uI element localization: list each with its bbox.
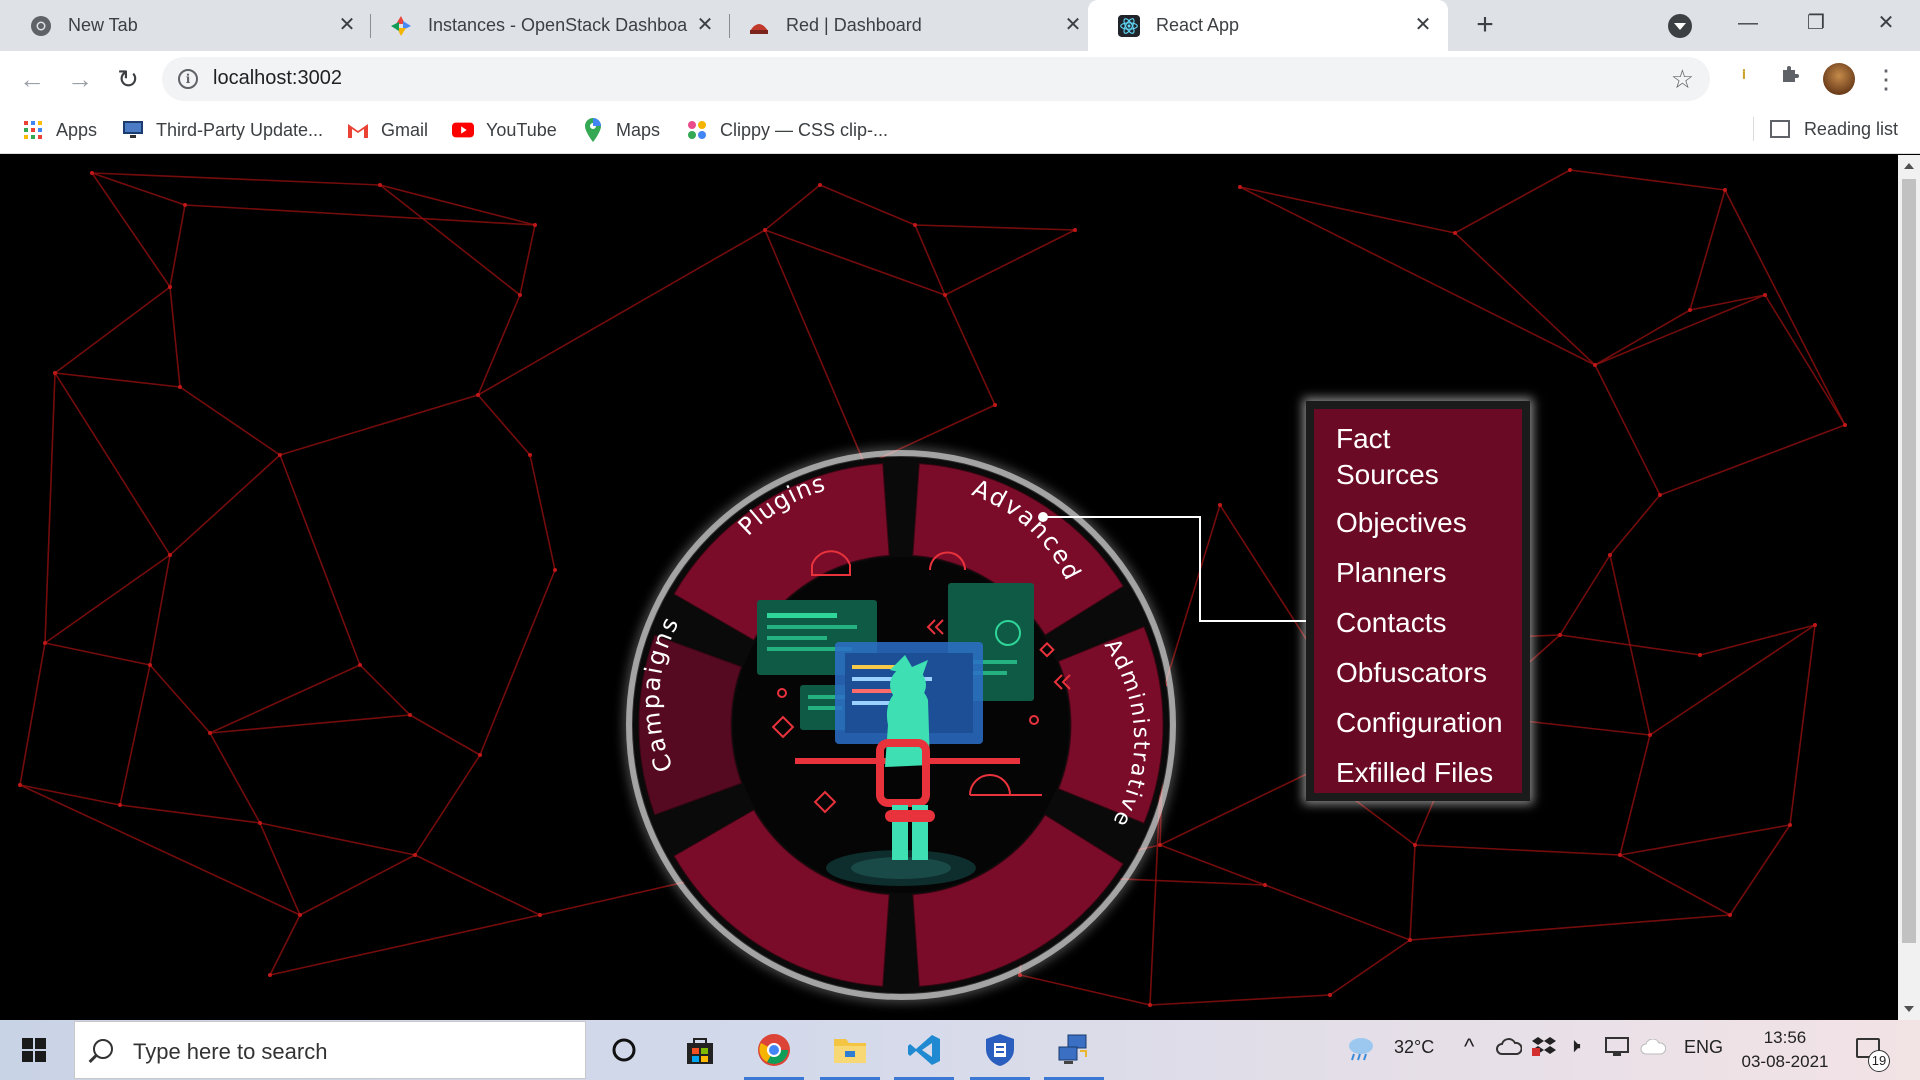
menu-item-exfilled-files[interactable]: Exfilled Files [1336,755,1522,791]
page-scrollbar[interactable] [1898,155,1920,1020]
bookmarks-bar: Apps Third-Party Update... Gmail YouTube… [0,107,1920,154]
search-placeholder: Type here to search [133,1039,328,1064]
react-app-page: Plugins Advanced Campaigns Administrativ… [0,155,1898,1020]
bookmark-label: Gmail [381,119,429,140]
menu-item-configuration[interactable]: Configuration [1336,705,1522,741]
maps-pin-icon [582,118,604,142]
scroll-up-arrow[interactable] [1904,163,1914,169]
clock-time: 13:56 [1763,1028,1807,1047]
react-icon [1118,14,1140,37]
search-icon [93,1039,113,1059]
menu-item-obfuscators[interactable]: Obfuscators [1336,655,1522,691]
bookmark-label: Third-Party Update... [156,119,324,140]
url-text[interactable]: localhost:3002 [213,67,342,90]
tab-new-tab[interactable]: New Tab ✕ [0,0,362,51]
cloud-status-icon[interactable] [1640,1038,1667,1060]
reading-list-button[interactable]: Reading list [1752,117,1898,141]
windows-start-icon[interactable] [22,1038,46,1062]
close-window-button[interactable]: ✕ [1866,8,1906,38]
minimize-button[interactable]: — [1728,8,1768,38]
scroll-down-arrow[interactable] [1904,1006,1914,1012]
tab-close-icon[interactable]: ✕ [1062,14,1084,36]
security-shield-icon[interactable] [970,1028,1030,1080]
reading-list-label: Reading list [1803,118,1898,139]
bookmark-star-icon[interactable]: ☆ [1671,64,1694,95]
browser-toolbar: ← → ↻ i localhost:3002 ☆ ⁱ ⋮ [0,51,1920,107]
file-explorer-icon[interactable] [820,1028,880,1080]
network-computers-icon[interactable] [1044,1028,1104,1080]
bookmark-third-party-update[interactable]: Third-Party Update... [122,117,323,143]
tab-title: Instances - OpenStack Dashboard [428,15,688,35]
navigation-wheel: Plugins Advanced Campaigns Administrativ… [626,450,1306,1000]
bookmark-label: Apps [56,119,98,140]
bookmark-maps[interactable]: Maps [582,117,660,143]
notification-count-badge: 19 [1868,1050,1890,1072]
vscode-icon[interactable] [894,1028,954,1080]
onedrive-cloud-icon[interactable] [1496,1038,1523,1061]
dropbox-icon[interactable] [1532,1036,1556,1063]
tab-red-dashboard[interactable]: Red | Dashboard ✕ [718,0,1088,51]
volume-muted-icon[interactable]: 🕨 [1568,1035,1581,1058]
apps-grid-icon [22,119,44,141]
tab-title: Red | Dashboard [786,15,922,35]
taskbar-search-box[interactable]: Type here to search [74,1021,586,1079]
chrome-icon [30,15,52,37]
gmail-icon [347,119,369,141]
menu-item-fact-sources[interactable]: Fact Sources [1336,421,1456,493]
tab-openstack[interactable]: Instances - OpenStack Dashboard ✕ [360,0,720,51]
weather-temperature[interactable]: 32°C [1394,1037,1434,1058]
tab-title: React App [1156,15,1240,35]
monitor-icon [122,119,144,141]
tab-close-icon[interactable]: ✕ [694,14,716,36]
menu-item-contacts[interactable]: Contacts [1336,605,1522,641]
cortana-icon[interactable] [602,1028,646,1072]
tab-strip: New Tab ✕ Instances - OpenStack Dashboar… [0,0,1920,51]
weather-icon[interactable] [1346,1034,1376,1067]
bookmark-label: Clippy — CSS clip-... [720,119,889,140]
tab-close-icon[interactable]: ✕ [1412,14,1434,36]
menu-item-planners[interactable]: Planners [1336,555,1522,591]
tab-search-button[interactable] [1668,14,1692,38]
reload-button[interactable]: ↻ [112,63,144,95]
clippy-icon [686,119,708,141]
language-indicator[interactable]: ENG [1684,1037,1723,1058]
youtube-icon [452,119,474,141]
bookmark-label: Maps [616,119,661,140]
extension-icon[interactable]: ⁱ [1728,63,1760,95]
tab-react-app[interactable]: React App ✕ [1088,0,1448,51]
back-button[interactable]: ← [16,63,48,95]
reading-list-icon [1769,120,1790,138]
show-hidden-icons-chevron-icon[interactable]: ^ [1464,1034,1474,1060]
bookmark-apps[interactable]: Apps [22,117,97,143]
extensions-puzzle-icon[interactable] [1774,63,1806,95]
taskbar-clock[interactable]: 13:56 03-08-2021 [1740,1026,1830,1074]
bookmark-gmail[interactable]: Gmail [347,117,428,143]
bookmark-clippy[interactable]: Clippy — CSS clip-... [686,117,888,143]
scrollbar-thumb[interactable] [1902,179,1916,943]
restore-button[interactable]: ❐ [1796,8,1836,38]
bookmark-youtube[interactable]: YouTube [452,117,557,143]
new-tab-button[interactable]: + [1468,9,1502,43]
site-info-icon[interactable]: i [178,69,198,89]
profile-avatar[interactable] [1823,63,1855,95]
menu-item-objectives[interactable]: Objectives [1336,505,1522,541]
openstack-icon [390,15,412,37]
network-icon[interactable] [1604,1037,1630,1062]
advanced-submenu: Fact Sources Objectives Planners Contact… [1306,401,1530,801]
address-bar[interactable]: i localhost:3002 ☆ [162,57,1710,101]
tab-close-icon[interactable]: ✕ [336,14,358,36]
bookmark-label: YouTube [486,119,557,140]
chrome-menu-icon[interactable]: ⋮ [1870,63,1902,95]
store-icon[interactable] [678,1028,722,1072]
forward-button[interactable]: → [64,63,96,95]
clock-date: 03-08-2021 [1741,1052,1829,1071]
red-team-icon [748,15,770,37]
divider [1752,117,1754,141]
windows-taskbar: Type here to search 32°C ^ 🕨 ENG 13:56 0… [0,1020,1920,1080]
tab-title: New Tab [68,15,138,35]
chrome-taskbar-icon[interactable] [744,1028,804,1080]
